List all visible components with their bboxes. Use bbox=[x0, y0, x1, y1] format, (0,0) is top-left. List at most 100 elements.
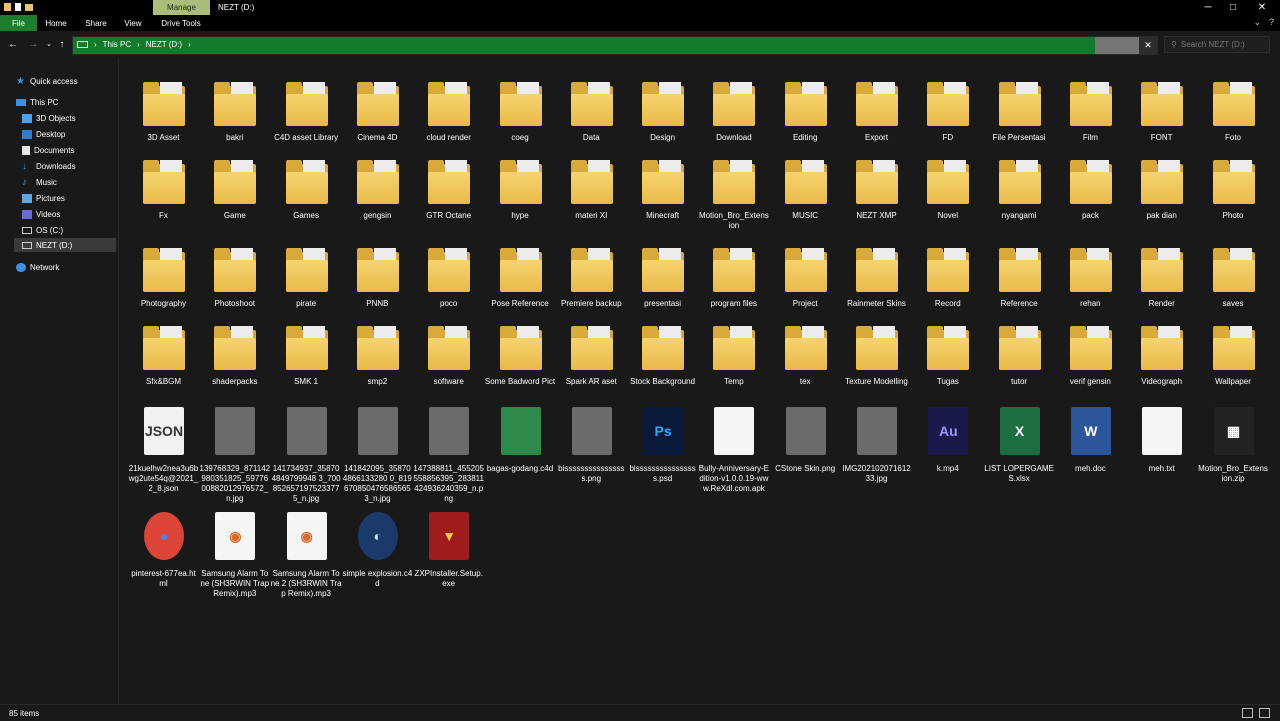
item-name: 147388811_455205558856395_28381142493624… bbox=[413, 464, 484, 503]
sidebar-item-documents[interactable]: Documents bbox=[22, 143, 74, 157]
folder-icon bbox=[421, 150, 477, 210]
file-list: 3D Asset bakri C4D asset Library Cinema 4D c… bbox=[120, 58, 1280, 704]
address-clear-button[interactable]: ✕ bbox=[1139, 37, 1157, 54]
properties-icon[interactable] bbox=[15, 3, 21, 11]
tab-home[interactable]: Home bbox=[40, 15, 72, 31]
item-name: 21kuelhw2nea3u6bwg2ute54q@2021_2_8.json bbox=[128, 464, 199, 493]
item-name: Cinema 4D bbox=[357, 133, 398, 142]
navigation-row: ← → ⌄ ↑ ✕ › This PC › NEZT (D:) › ⚲ Sear… bbox=[0, 31, 1280, 58]
tab-file[interactable]: File bbox=[0, 15, 37, 31]
ribbon-controls: ⌄ ? bbox=[1253, 17, 1274, 28]
breadcrumb-separator-icon[interactable]: › bbox=[94, 40, 97, 49]
item-name: pirate bbox=[296, 299, 317, 308]
sidebar-item-label: 3D Objects bbox=[36, 113, 76, 123]
forward-button[interactable]: → bbox=[26, 37, 40, 51]
item-name: Videograph bbox=[1141, 377, 1183, 386]
item-name: saves bbox=[1222, 299, 1244, 308]
item-name: Motion_Bro_Extension.zip bbox=[1198, 464, 1268, 483]
item-name: Foto bbox=[1224, 133, 1241, 142]
tab-drive-tools[interactable]: Drive Tools bbox=[155, 15, 207, 31]
folder-icon bbox=[1063, 316, 1119, 376]
help-icon[interactable]: ? bbox=[1269, 17, 1274, 28]
image-thumbnail bbox=[350, 403, 406, 463]
sidebar-item-pictures[interactable]: Pictures bbox=[22, 191, 65, 205]
item-name: Pose Reference bbox=[491, 299, 549, 308]
item-name: Texture Modelling bbox=[845, 377, 908, 386]
folder-icon bbox=[279, 150, 335, 210]
sidebar-item-this-pc[interactable]: This PC bbox=[16, 95, 58, 109]
item-name: Minecraft bbox=[646, 211, 680, 220]
breadcrumb-separator-icon[interactable]: › bbox=[137, 40, 140, 49]
up-button[interactable]: ↑ bbox=[55, 37, 69, 51]
sidebar-item-os-c[interactable]: OS (C:) bbox=[22, 223, 63, 237]
audio-file-icon: ◉ bbox=[279, 508, 335, 568]
breadcrumb-this-pc[interactable]: This PC bbox=[103, 40, 131, 49]
image-thumbnail-shape bbox=[571, 407, 612, 455]
item-name: bissssssssssssssss.psd bbox=[629, 464, 696, 483]
breadcrumb-separator-icon[interactable]: › bbox=[188, 40, 191, 49]
sidebar-item-desktop[interactable]: Desktop bbox=[22, 127, 65, 141]
sidebar-item-music[interactable]: ♪ Music bbox=[22, 175, 57, 189]
item-name: Temp bbox=[724, 377, 744, 386]
image-thumbnail bbox=[421, 403, 477, 463]
tab-view[interactable]: View bbox=[118, 15, 148, 31]
folder-icon bbox=[920, 72, 976, 132]
item-name: Samsung Alarm Tone (SH3RWIN Trap Remix).… bbox=[200, 569, 270, 598]
maximize-button[interactable]: □ bbox=[1221, 1, 1245, 14]
tab-share[interactable]: Share bbox=[78, 15, 114, 31]
image-thumbnail bbox=[279, 403, 335, 463]
folder-icon bbox=[279, 316, 335, 376]
item-name: bakri bbox=[226, 133, 244, 142]
item-name: CStone Skin.png bbox=[775, 464, 836, 473]
sidebar-item-3d-objects[interactable]: 3D Objects bbox=[22, 111, 76, 125]
network-icon bbox=[16, 262, 26, 272]
new-folder-icon[interactable] bbox=[25, 3, 33, 11]
window-title: NEZT (D:) bbox=[218, 3, 255, 12]
close-button[interactable]: ✕ bbox=[1250, 1, 1274, 14]
folder-icon bbox=[136, 316, 192, 376]
back-button[interactable]: ← bbox=[6, 37, 20, 51]
address-remaining bbox=[1095, 37, 1139, 54]
recent-locations-button[interactable]: ⌄ bbox=[42, 37, 56, 51]
minimize-button[interactable]: ─ bbox=[1196, 1, 1220, 14]
item-name: 141734937_358704849799948 3_700852657197… bbox=[271, 464, 341, 503]
details-view-icon[interactable] bbox=[1242, 708, 1253, 718]
search-input[interactable]: ⚲ Search NEZT (D:) bbox=[1164, 36, 1270, 53]
sidebar-item-nezt-d[interactable]: NEZT (D:) bbox=[14, 238, 116, 252]
sidebar-item-downloads[interactable]: ↓ Downloads bbox=[22, 159, 76, 173]
save-icon[interactable] bbox=[4, 3, 11, 11]
item-name: tutor bbox=[1011, 377, 1028, 386]
item-name: Export bbox=[864, 133, 889, 142]
item-name: Data bbox=[582, 133, 600, 142]
address-bar[interactable]: ✕ › This PC › NEZT (D:) › bbox=[72, 36, 1158, 55]
image-thumbnail-shape bbox=[357, 407, 398, 455]
breadcrumb: › This PC › NEZT (D:) › bbox=[77, 40, 191, 49]
folder-icon bbox=[778, 72, 834, 132]
item-name: File Persentasi bbox=[992, 133, 1046, 142]
item-name: nyangami bbox=[1001, 211, 1037, 220]
item-name: materi XI bbox=[575, 211, 608, 220]
sidebar-item-videos[interactable]: Videos bbox=[22, 207, 60, 221]
folder-icon bbox=[493, 316, 549, 376]
sidebar-item-label: Desktop bbox=[36, 129, 66, 139]
folder-icon bbox=[1206, 72, 1262, 132]
pc-icon bbox=[16, 98, 26, 106]
item-name: Photography bbox=[140, 299, 187, 308]
item-name: Premiere backup bbox=[561, 299, 622, 308]
breadcrumb-nezt[interactable]: NEZT (D:) bbox=[146, 40, 182, 49]
item-count: 85 items bbox=[9, 708, 40, 718]
item-name: simple explosion.c4d bbox=[342, 569, 413, 588]
expand-ribbon-icon[interactable]: ⌄ bbox=[1253, 17, 1261, 28]
folder-icon bbox=[920, 150, 976, 210]
item-name: GTR Octane bbox=[426, 211, 472, 220]
folder-icon bbox=[564, 238, 620, 298]
folder-icon bbox=[421, 238, 477, 298]
large-icons-view-icon[interactable] bbox=[1259, 708, 1270, 718]
manage-tab[interactable]: Manage bbox=[153, 0, 210, 15]
folder-icon bbox=[849, 238, 905, 298]
sidebar-item-network[interactable]: Network bbox=[16, 260, 59, 274]
sidebar-item-quick-access[interactable]: ★ Quick access bbox=[16, 74, 78, 88]
installer-icon-shape: ▼ bbox=[429, 512, 470, 560]
folder-icon bbox=[207, 72, 263, 132]
item-name: ZXPInstaller.Setup.exe bbox=[414, 569, 483, 588]
